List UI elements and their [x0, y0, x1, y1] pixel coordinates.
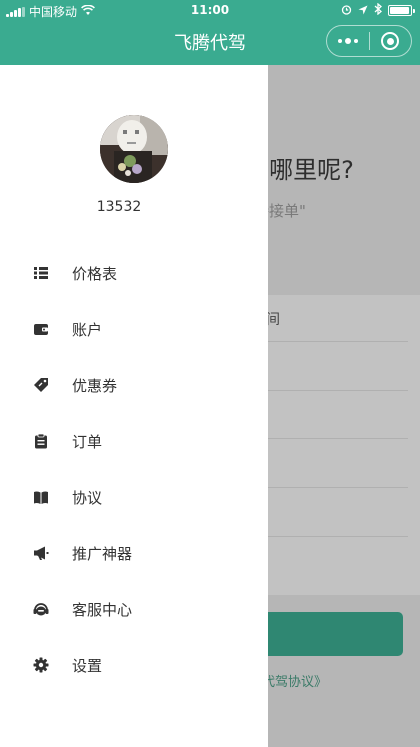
menu-item-label: 客服中心: [72, 600, 133, 619]
coupon-tag-icon: [33, 377, 49, 393]
nav-bar: 飞腾代驾: [0, 20, 420, 65]
target-icon: [381, 32, 400, 50]
background-question: E哪里呢?: [268, 156, 354, 184]
status-right: [341, 2, 415, 18]
background-card: 间: [268, 295, 420, 595]
menu-item-promotion[interactable]: 推广神器: [0, 525, 268, 581]
drawer-menu: 价格表 账户 优惠券 订单 协议 推广神器 客服中心 设置: [0, 245, 268, 693]
side-drawer: 13532 价格表 账户 优惠券 订单 协议 推广神器 客服中心 设置: [0, 65, 268, 747]
list-icon: [33, 265, 49, 281]
battery-fill: [390, 7, 409, 14]
more-button[interactable]: [327, 26, 369, 56]
menu-item-customer-service[interactable]: 客服中心: [0, 581, 268, 637]
mini-program-capsule: [326, 25, 412, 57]
background-divider: [268, 341, 408, 342]
menu-item-label: 协议: [72, 488, 103, 507]
background-divider: [268, 536, 408, 537]
menu-item-label: 优惠券: [72, 376, 118, 395]
book-icon: [33, 489, 49, 505]
close-button[interactable]: [369, 26, 411, 56]
menu-item-label: 设置: [72, 656, 103, 675]
megaphone-icon: [33, 545, 49, 561]
background-divider: [268, 487, 408, 488]
menu-item-price-list[interactable]: 价格表: [0, 245, 268, 301]
menu-item-settings[interactable]: 设置: [0, 637, 268, 693]
background-status: 待接单": [268, 202, 306, 220]
menu-item-label: 订单: [72, 432, 103, 451]
menu-item-label: 价格表: [72, 264, 118, 283]
location-icon: [358, 4, 368, 18]
battery-icon: [388, 5, 415, 16]
more-dots-icon: [337, 38, 358, 44]
menu-item-orders[interactable]: 订单: [0, 413, 268, 469]
menu-item-agreement[interactable]: 协议: [0, 469, 268, 525]
menu-item-label: 账户: [72, 320, 103, 339]
menu-item-account[interactable]: 账户: [0, 301, 268, 357]
clipboard-icon: [33, 433, 49, 449]
alarm-icon: [341, 4, 352, 18]
background-divider: [268, 390, 408, 391]
wallet-icon: [33, 321, 49, 337]
menu-item-coupons[interactable]: 优惠券: [0, 357, 268, 413]
background-agreement-link: 代驾协议》: [268, 675, 328, 690]
background-row-label: 间: [268, 312, 280, 328]
background-page-overlay[interactable]: E哪里呢? 待接单" 间 代驾协议》: [268, 65, 420, 747]
avatar[interactable]: [100, 115, 168, 183]
headset-icon: [33, 601, 49, 617]
background-divider: [268, 438, 408, 439]
bluetooth-icon: [374, 2, 382, 18]
gear-icon: [33, 657, 49, 673]
menu-item-label: 推广神器: [72, 544, 133, 563]
background-action-button: [268, 612, 403, 656]
status-bar: 中国移动 11:00: [0, 0, 420, 20]
user-phone: 13532: [96, 199, 142, 215]
